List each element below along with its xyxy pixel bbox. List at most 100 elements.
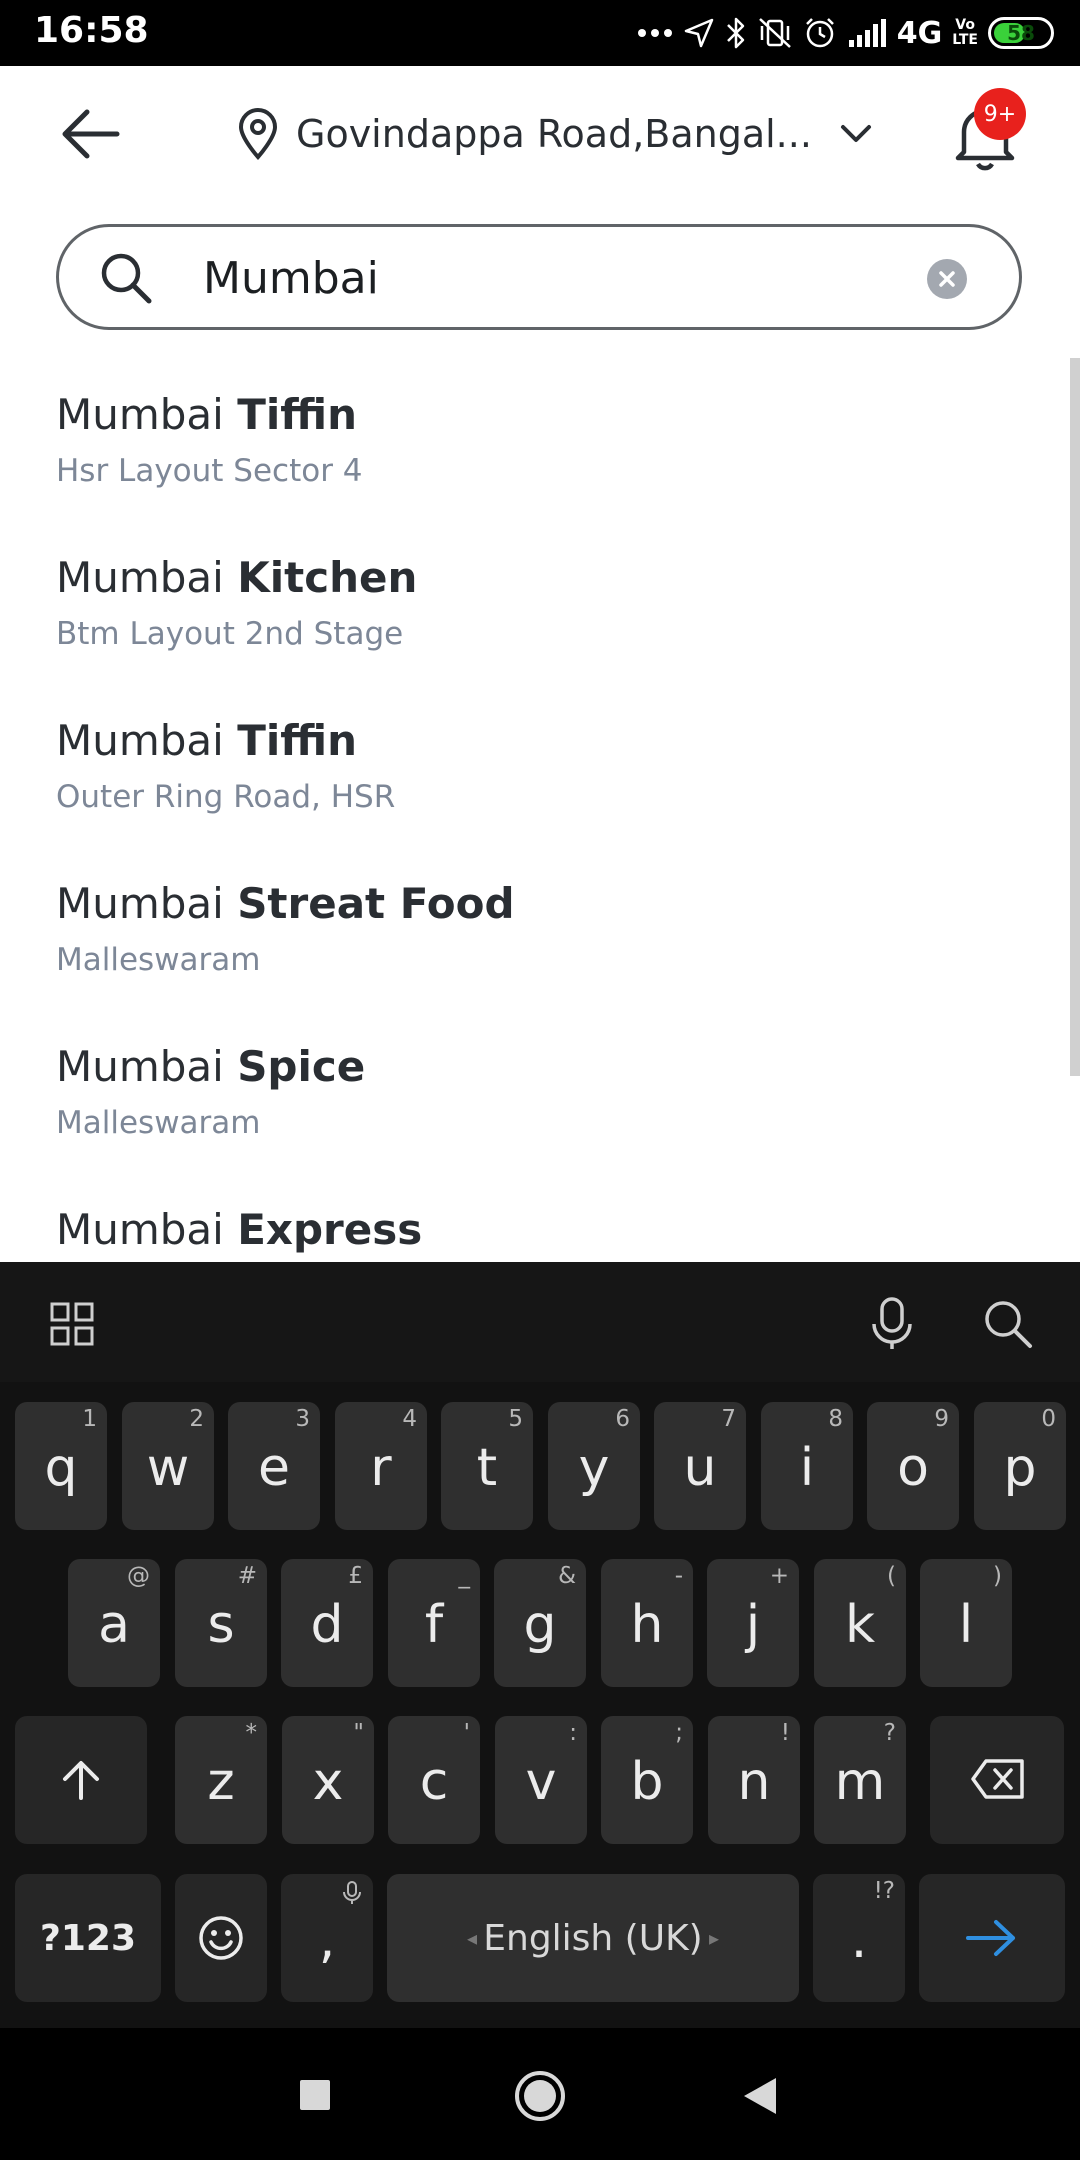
period-key[interactable]: . !? <box>813 1874 905 2002</box>
result-area: Btm Layout 2nd Stage <box>56 616 404 652</box>
key-r[interactable]: r4 <box>335 1402 427 1530</box>
comma-label: , <box>318 1910 336 1970</box>
key-k[interactable]: k( <box>814 1559 906 1687</box>
key-label: c <box>419 1752 449 1812</box>
result-title: Mumbai Express <box>56 1205 1016 1254</box>
recents-icon[interactable] <box>298 2078 332 2112</box>
clear-search-button[interactable] <box>927 259 967 299</box>
key-s[interactable]: s # <box>175 1559 267 1687</box>
key-label: g <box>523 1595 557 1655</box>
key-c[interactable]: c ' <box>388 1716 480 1844</box>
backspace-key[interactable] <box>930 1716 1064 1844</box>
key-o[interactable]: o9 <box>867 1402 959 1530</box>
alarm-icon <box>805 18 834 48</box>
result-item[interactable]: Mumbai Kitchen Btm Layout 2nd Stage <box>56 553 1016 652</box>
result-prefix: Mumbai <box>56 1042 238 1091</box>
navigation-bar <box>0 2028 1080 2160</box>
key-label: k <box>844 1595 876 1655</box>
key-e[interactable]: e3 <box>228 1402 320 1530</box>
period-label: . <box>850 1910 868 1970</box>
result-title: Mumbai Spice <box>56 1042 1016 1091</box>
back-button[interactable] <box>55 106 125 162</box>
symbols-key[interactable]: ?123 <box>15 1874 161 2002</box>
signal-icon <box>848 19 886 47</box>
key-v[interactable]: v: <box>495 1716 587 1844</box>
key-z[interactable]: z * <box>175 1716 267 1844</box>
result-item[interactable]: Mumbai Streat Food Malleswaram <box>56 879 1016 978</box>
key-hint: 1 <box>82 1406 97 1432</box>
result-area: Hsr Layout Sector 4 <box>56 453 363 489</box>
key-label: v <box>525 1752 557 1812</box>
back-icon[interactable] <box>742 2076 778 2116</box>
key-label: t <box>476 1438 498 1498</box>
home-icon[interactable] <box>514 2070 566 2122</box>
emoji-key[interactable] <box>175 1874 267 2002</box>
key-j[interactable]: j + <box>707 1559 799 1687</box>
result-item[interactable]: Mumbai Express <box>56 1205 1016 1262</box>
key-w[interactable]: w2 <box>122 1402 214 1530</box>
key-n[interactable]: n! <box>708 1716 800 1844</box>
key-label: m <box>834 1752 886 1812</box>
battery-icon: 58 <box>988 17 1054 49</box>
key-label: r <box>370 1438 392 1498</box>
key-hint: 4 <box>402 1406 417 1432</box>
key-hint: : <box>569 1720 577 1746</box>
result-item[interactable]: Mumbai Tiffin Hsr Layout Sector 4 <box>56 390 1016 489</box>
key-d[interactable]: d £ <box>281 1559 373 1687</box>
battery-level: 58 <box>1007 21 1035 45</box>
key-hint: + <box>769 1563 789 1589</box>
key-i[interactable]: i8 <box>761 1402 853 1530</box>
shift-key[interactable] <box>15 1716 147 1844</box>
result-item[interactable]: Mumbai Tiffin Outer Ring Road, HSR <box>56 716 1016 815</box>
key-hint: ; <box>675 1720 683 1746</box>
status-time: 16:58 <box>34 10 149 51</box>
key-label: y <box>578 1438 610 1498</box>
bluetooth-icon <box>726 17 745 49</box>
key-hint: 0 <box>1041 1406 1056 1432</box>
space-key[interactable]: ◂ English (UK) ▸ <box>387 1874 799 2002</box>
key-label: e <box>258 1438 290 1498</box>
key-g[interactable]: g & <box>494 1559 586 1687</box>
status-bar: 16:58 4G Vo LTE 58 <box>0 0 1080 66</box>
volte-top: Vo <box>955 17 975 33</box>
result-title: Mumbai Streat Food <box>56 879 1016 928</box>
key-hint: & <box>558 1563 576 1589</box>
key-f[interactable]: f _ <box>388 1559 480 1687</box>
key-label: b <box>630 1752 664 1812</box>
search-input[interactable]: Mumbai <box>56 224 1022 330</box>
map-pin-icon <box>238 108 278 160</box>
key-y[interactable]: y6 <box>548 1402 640 1530</box>
close-icon <box>939 271 955 287</box>
comma-key[interactable]: , <box>281 1874 373 2002</box>
key-hint: £ <box>348 1563 363 1589</box>
key-u[interactable]: u7 <box>654 1402 746 1530</box>
key-b[interactable]: b; <box>601 1716 693 1844</box>
key-label: q <box>44 1438 78 1498</box>
result-prefix: Mumbai <box>56 553 238 602</box>
result-title: Mumbai Tiffin <box>56 390 1016 439</box>
key-q[interactable]: q1 <box>15 1402 107 1530</box>
key-label: x <box>312 1752 344 1812</box>
search-value: Mumbai <box>203 253 379 304</box>
key-l[interactable]: l) <box>920 1559 1012 1687</box>
key-m[interactable]: m? <box>814 1716 906 1844</box>
apps-grid-icon[interactable] <box>50 1302 94 1346</box>
search-icon[interactable] <box>982 1298 1034 1350</box>
enter-key[interactable] <box>919 1874 1065 2002</box>
arrow-right-icon <box>966 1920 1015 1956</box>
key-p[interactable]: p0 <box>974 1402 1066 1530</box>
result-area: Outer Ring Road, HSR <box>56 779 396 815</box>
microphone-hint-icon <box>343 1881 361 1904</box>
key-x[interactable]: x " <box>282 1716 374 1844</box>
key-h[interactable]: h- <box>601 1559 693 1687</box>
key-label: i <box>799 1438 815 1498</box>
scrollbar[interactable] <box>1070 358 1080 1076</box>
location-text: Govindappa Road,Bangal... <box>296 112 812 156</box>
search-results-list: Mumbai Tiffin Hsr Layout Sector 4 Mumbai… <box>0 360 1080 1262</box>
key-a[interactable]: a @ <box>68 1559 160 1687</box>
key-hint: 7 <box>721 1406 736 1432</box>
microphone-icon[interactable] <box>868 1296 916 1352</box>
key-t[interactable]: t5 <box>441 1402 533 1530</box>
location-selector[interactable]: Govindappa Road,Bangal... <box>236 104 872 164</box>
result-item[interactable]: Mumbai Spice Malleswaram <box>56 1042 1016 1141</box>
